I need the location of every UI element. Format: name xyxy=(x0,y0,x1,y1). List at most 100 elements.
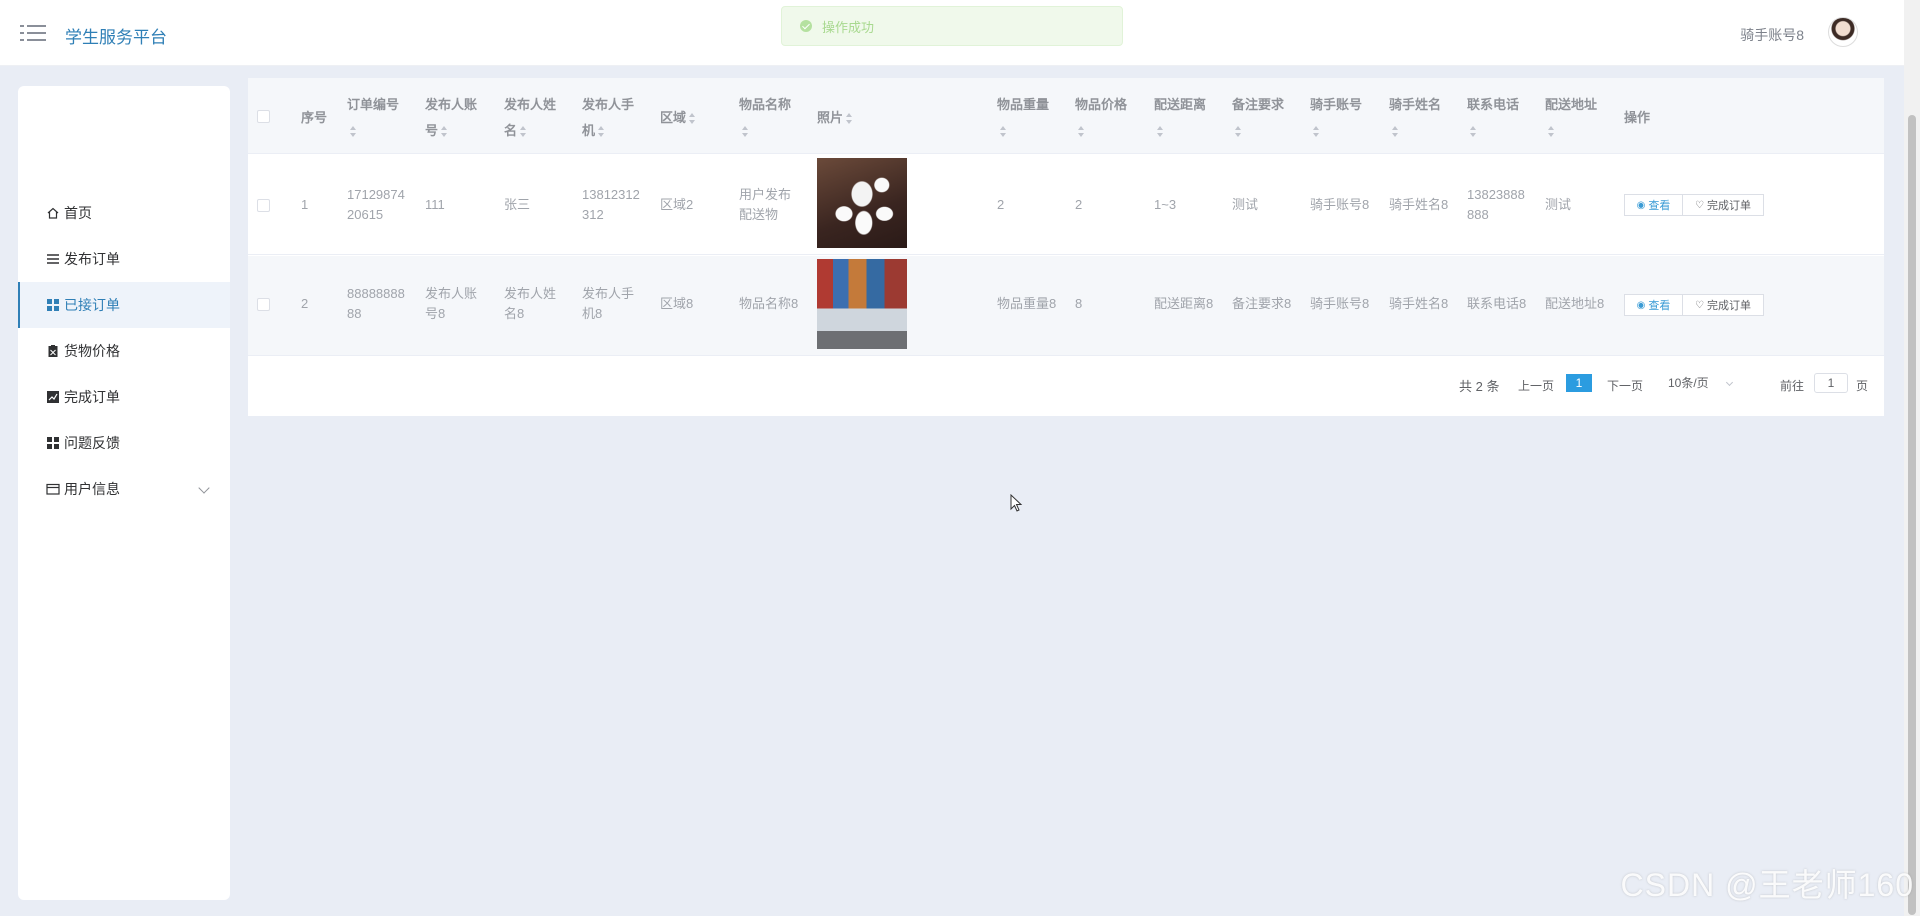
cell-price: 2 xyxy=(1075,197,1083,212)
sort-icon[interactable] xyxy=(1235,126,1242,138)
complete-order-button[interactable]: ♡ 完成订单 xyxy=(1682,294,1764,316)
select-all-checkbox[interactable] xyxy=(257,110,270,123)
col-header-region[interactable]: 区域 xyxy=(660,105,696,131)
item-photo-container-truck[interactable] xyxy=(817,259,907,349)
sort-icon[interactable] xyxy=(1548,126,1555,138)
cell-text: 88888888 xyxy=(347,286,405,301)
sidebar: 首页 发布订单 已接订单 货物价格 完成订单 问题反馈 用户信息 xyxy=(18,86,230,900)
cell-publisher-phone: 13812312 312 xyxy=(582,185,640,225)
sidebar-item-label: 发布订单 xyxy=(64,251,120,267)
top-header: 学生服务平台 操作成功 骑手账号8 xyxy=(0,0,1904,66)
sidebar-item-feedback[interactable]: 问题反馈 xyxy=(18,420,230,466)
sort-icon[interactable] xyxy=(1078,126,1085,138)
sort-icon[interactable] xyxy=(1313,126,1320,138)
sort-icon[interactable] xyxy=(1392,126,1399,138)
col-header-price[interactable]: 物品价格 xyxy=(1075,92,1127,144)
col-header-label: 区域 xyxy=(660,110,687,125)
col-header-publisher-phone[interactable]: 发布人手机 xyxy=(582,92,634,144)
button-label: 查看 xyxy=(1648,300,1671,312)
col-header-label: 骑手账号 xyxy=(1310,97,1363,112)
sidebar-item-goods-price[interactable]: 货物价格 xyxy=(18,328,230,374)
goto-label: 前往 xyxy=(1780,379,1805,393)
sort-icon[interactable] xyxy=(350,126,357,138)
cell-text: 13812312 xyxy=(582,187,640,202)
cell-publisher-account: 发布人账 号8 xyxy=(425,284,477,324)
col-header-weight[interactable]: 物品重量 xyxy=(997,92,1049,144)
col-header-photo[interactable]: 照片 xyxy=(817,105,853,131)
col-header-label: 物品名称 xyxy=(739,97,792,112)
sidebar-item-publish-order[interactable]: 发布订单 xyxy=(18,236,230,282)
user-avatar[interactable] xyxy=(1828,17,1858,47)
cell-rider-name: 骑手姓名8 xyxy=(1389,197,1449,212)
menu-toggle-icon[interactable] xyxy=(20,22,46,44)
sort-icon[interactable] xyxy=(689,113,696,125)
col-header-remark[interactable]: 备注要求 xyxy=(1232,92,1284,144)
col-header-order-no[interactable]: 订单编号 xyxy=(347,92,399,144)
sidebar-item-home[interactable]: 首页 xyxy=(18,190,230,236)
sidebar-item-user-info[interactable]: 用户信息 xyxy=(18,466,230,512)
page-suffix: 页 xyxy=(1856,379,1869,393)
cell-order-no: 88888888 88 xyxy=(347,284,405,324)
sort-icon[interactable] xyxy=(441,126,448,138)
col-header-label: 名 xyxy=(504,123,518,138)
cell-region: 区域8 xyxy=(660,296,694,311)
sort-icon[interactable] xyxy=(742,126,749,138)
current-page-button[interactable]: 1 xyxy=(1566,374,1592,392)
col-header-rider-name[interactable]: 骑手姓名 xyxy=(1389,92,1441,144)
success-toast: 操作成功 xyxy=(781,6,1123,46)
table-row: 2 88888888 88 发布人账 号8 发布人姓 名8 发布人手 机8 区域8 物品… xyxy=(248,256,1884,356)
scrollbar-thumb[interactable] xyxy=(1908,115,1916,915)
col-header-address[interactable]: 配送地址 xyxy=(1545,92,1597,144)
prev-page-button[interactable]: 上一页 xyxy=(1518,377,1554,394)
cell-remark: 备注要求8 xyxy=(1232,296,1292,311)
row-checkbox[interactable] xyxy=(257,298,270,311)
cell-publisher-name: 张三 xyxy=(504,197,531,212)
col-header-item-name[interactable]: 物品名称 xyxy=(739,92,791,144)
view-button[interactable]: ◉ 查看 xyxy=(1624,194,1683,216)
sort-icon[interactable] xyxy=(598,126,605,138)
view-button[interactable]: ◉ 查看 xyxy=(1624,294,1683,316)
row-checkbox[interactable] xyxy=(257,199,270,212)
col-header-publisher-account[interactable]: 发布人账号 xyxy=(425,92,477,144)
cell-contact-phone: 联系电话8 xyxy=(1467,296,1527,311)
mouse-cursor-icon xyxy=(1010,494,1023,512)
heart-icon: ♡ xyxy=(1695,299,1704,311)
col-header-contact-phone[interactable]: 联系电话 xyxy=(1467,92,1519,144)
sidebar-item-completed-orders[interactable]: 完成订单 xyxy=(18,374,230,420)
cell-address: 配送地址8 xyxy=(1545,296,1605,311)
grid-icon xyxy=(46,298,60,312)
sort-icon[interactable] xyxy=(1157,126,1164,138)
clipboard-icon xyxy=(46,344,60,358)
sidebar-item-label: 已接订单 xyxy=(64,297,120,313)
goto-page-input[interactable]: 1 xyxy=(1814,373,1848,393)
page-scrollbar[interactable] xyxy=(1904,0,1920,916)
current-user-name[interactable]: 骑手账号8 xyxy=(1740,25,1804,45)
list-icon xyxy=(46,252,60,266)
button-label: 完成订单 xyxy=(1706,200,1751,212)
col-header-rider-account[interactable]: 骑手账号 xyxy=(1310,92,1362,144)
cell-text: 用户发布 xyxy=(739,187,792,202)
page-size-select[interactable]: 10条/页 xyxy=(1668,374,1733,391)
sort-icon[interactable] xyxy=(520,126,527,138)
cell-text: 号8 xyxy=(425,306,446,321)
col-header-label: 联系电话 xyxy=(1467,97,1520,112)
col-header-distance[interactable]: 配送距离 xyxy=(1154,92,1206,144)
cell-text: 13823888 xyxy=(1467,187,1525,202)
cell-item-name: 物品名称8 xyxy=(739,296,799,311)
toast-text: 操作成功 xyxy=(822,19,875,35)
app-title: 学生服务平台 xyxy=(65,28,167,47)
chevron-down-icon[interactable] xyxy=(198,482,210,494)
sort-icon[interactable] xyxy=(1000,126,1007,138)
sidebar-item-label: 问题反馈 xyxy=(64,435,120,451)
col-header-publisher-name[interactable]: 发布人姓名 xyxy=(504,92,556,144)
sort-icon[interactable] xyxy=(1470,126,1477,138)
col-header-label: 骑手姓名 xyxy=(1389,97,1442,112)
card-icon xyxy=(46,482,60,496)
cell-price: 8 xyxy=(1075,296,1083,311)
sidebar-item-accepted-orders[interactable]: 已接订单 xyxy=(18,282,230,328)
cell-text: 20615 xyxy=(347,207,384,222)
complete-order-button[interactable]: ♡ 完成订单 xyxy=(1682,194,1764,216)
next-page-button[interactable]: 下一页 xyxy=(1607,377,1643,394)
item-photo-tea-set[interactable] xyxy=(817,158,907,248)
sort-icon[interactable] xyxy=(846,113,853,125)
